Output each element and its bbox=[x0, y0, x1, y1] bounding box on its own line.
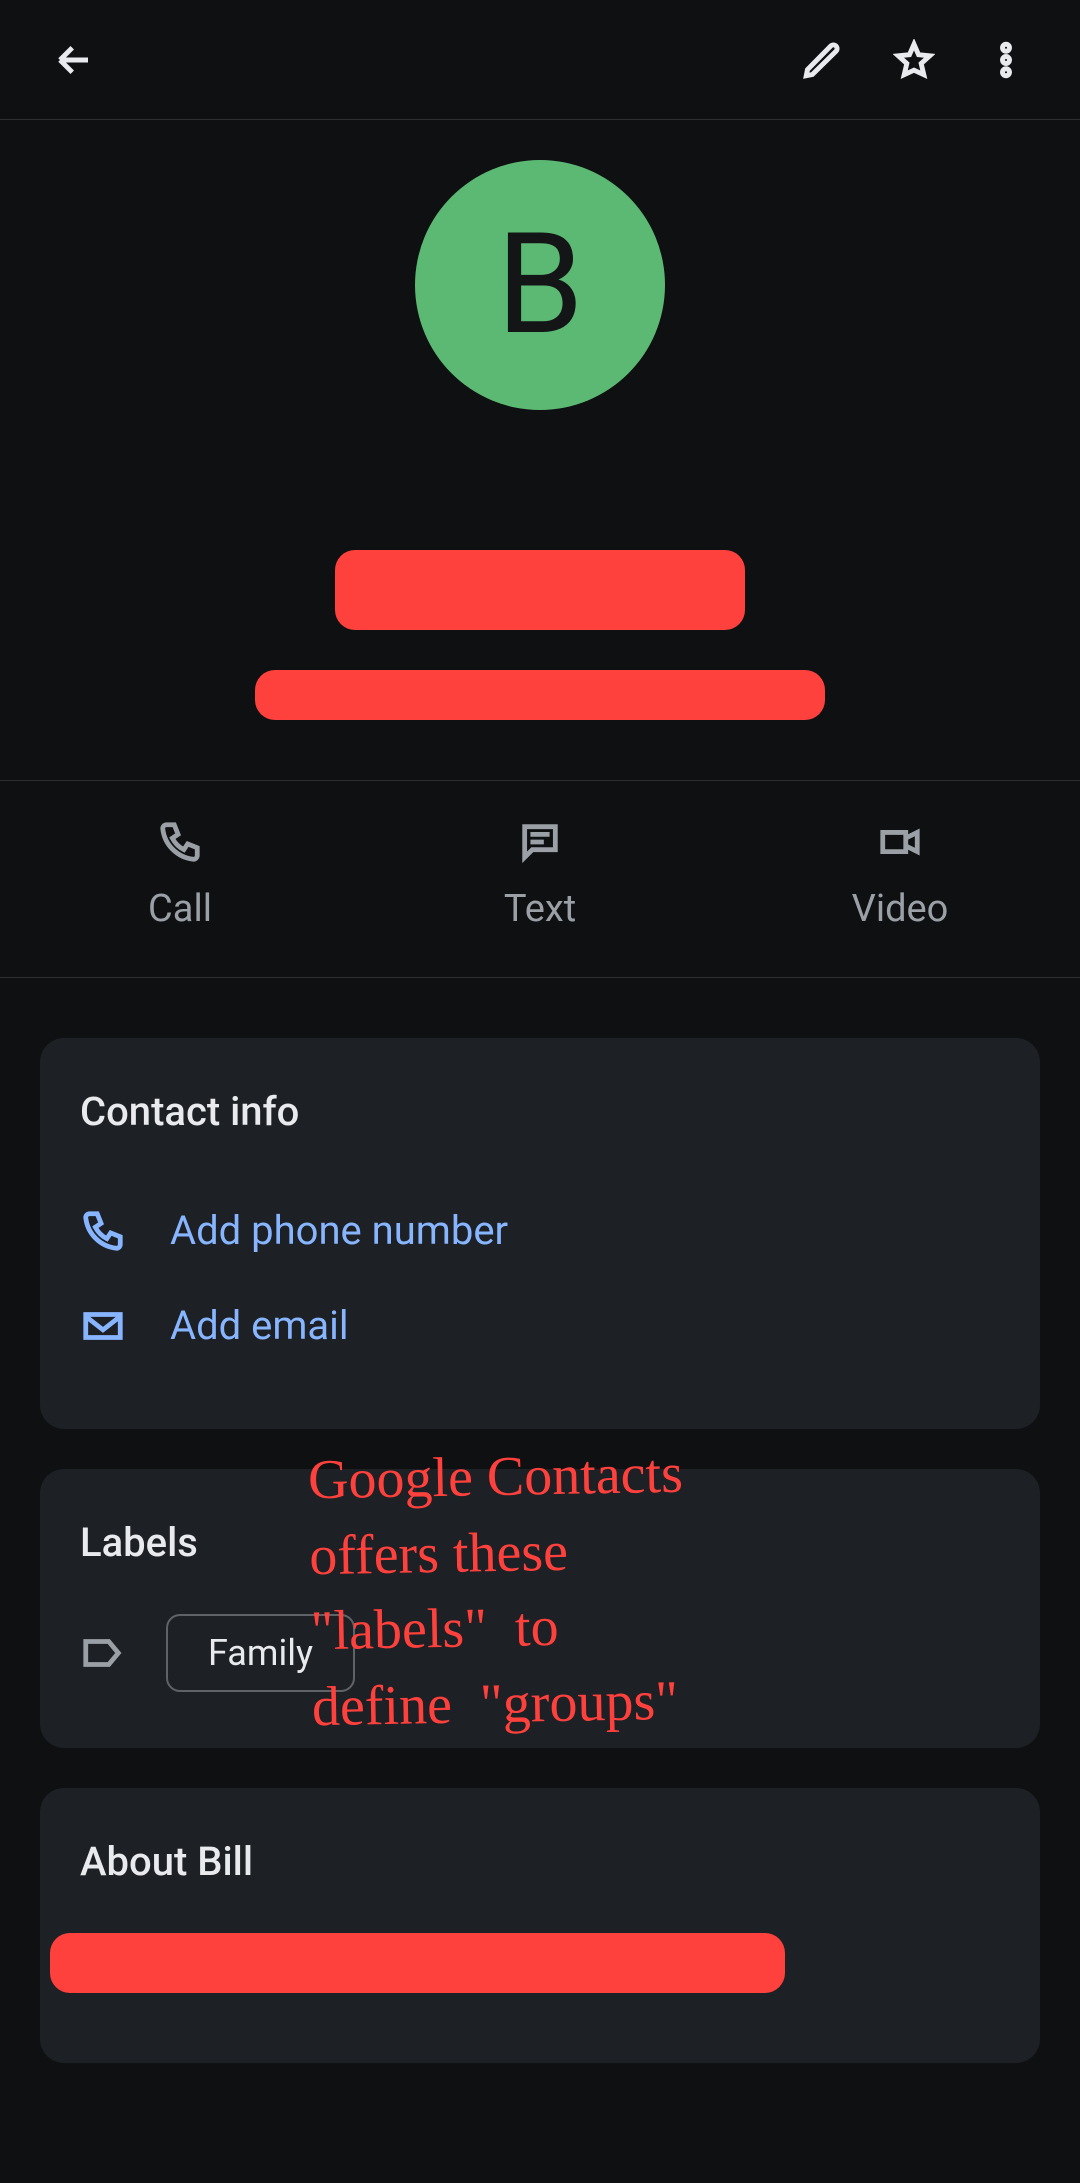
labels-row: Family bbox=[80, 1614, 1000, 1692]
pencil-icon bbox=[801, 39, 843, 81]
redacted-about-content bbox=[50, 1933, 785, 1993]
star-icon bbox=[893, 39, 935, 81]
video-button[interactable]: Video bbox=[720, 781, 1080, 977]
add-phone-button[interactable]: Add phone number bbox=[80, 1183, 1000, 1278]
text-button[interactable]: Text bbox=[360, 781, 720, 977]
mail-icon bbox=[80, 1303, 126, 1349]
add-email-button[interactable]: Add email bbox=[80, 1278, 1000, 1373]
favorite-button[interactable] bbox=[868, 14, 960, 106]
contact-info-card: Contact info Add phone number Add email bbox=[40, 1038, 1040, 1429]
arrow-left-icon bbox=[53, 39, 95, 81]
add-phone-label: Add phone number bbox=[170, 1207, 508, 1254]
contact-hero: B bbox=[0, 120, 1080, 781]
avatar[interactable]: B bbox=[415, 160, 665, 410]
label-chip-family[interactable]: Family bbox=[166, 1614, 355, 1692]
back-button[interactable] bbox=[28, 14, 120, 106]
action-row: Call Text Video bbox=[0, 781, 1080, 978]
labels-title: Labels bbox=[80, 1519, 1000, 1566]
phone-icon bbox=[157, 819, 203, 865]
contact-info-title: Contact info bbox=[80, 1088, 1000, 1135]
label-icon bbox=[80, 1630, 126, 1676]
more-vert-icon bbox=[985, 39, 1027, 81]
text-label: Text bbox=[504, 887, 576, 931]
redacted-contact-name bbox=[335, 550, 745, 630]
more-button[interactable] bbox=[960, 14, 1052, 106]
about-title: About Bill bbox=[80, 1838, 1000, 1885]
call-label: Call bbox=[148, 887, 212, 931]
labels-card: Labels Family bbox=[40, 1469, 1040, 1748]
app-bar bbox=[0, 0, 1080, 120]
call-button[interactable]: Call bbox=[0, 781, 360, 977]
phone-icon bbox=[80, 1208, 126, 1254]
message-icon bbox=[517, 819, 563, 865]
edit-button[interactable] bbox=[776, 14, 868, 106]
video-icon bbox=[877, 819, 923, 865]
redacted-contact-subtitle bbox=[255, 670, 825, 720]
avatar-letter: B bbox=[496, 203, 583, 367]
add-email-label: Add email bbox=[170, 1302, 349, 1349]
about-card: About Bill bbox=[40, 1788, 1040, 2063]
video-label: Video bbox=[852, 887, 949, 931]
content-area: Contact info Add phone number Add email … bbox=[0, 978, 1080, 2063]
